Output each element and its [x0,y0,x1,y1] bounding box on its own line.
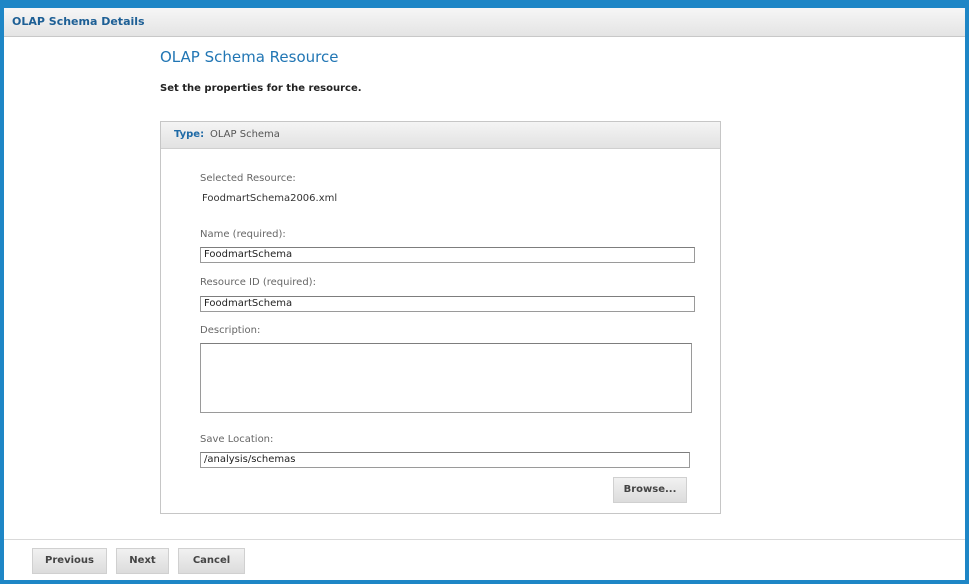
resource-id-field[interactable]: FoodmartSchema [200,296,695,312]
browse-button[interactable]: Browse... [613,477,687,503]
next-button[interactable]: Next [116,548,169,574]
resource-properties-panel: Type: OLAP Schema Selected Resource: Foo… [160,121,721,514]
description-label: Description: [200,325,261,336]
panel-header: Type: OLAP Schema [161,122,720,149]
previous-button[interactable]: Previous [32,548,107,574]
name-label: Name (required): [200,229,286,240]
type-value: OLAP Schema [210,129,280,140]
selected-resource-label: Selected Resource: [200,173,296,184]
main-content: OLAP Schema Resource Set the properties … [4,37,965,540]
name-field[interactable]: FoodmartSchema [200,247,695,263]
title-bar: OLAP Schema Details [4,8,965,37]
selected-resource-value: FoodmartSchema2006.xml [202,193,338,204]
cancel-button[interactable]: Cancel [178,548,245,574]
save-location-label: Save Location: [200,434,274,445]
resource-id-label: Resource ID (required): [200,277,316,288]
description-textarea[interactable] [200,343,692,413]
save-location-field[interactable]: /analysis/schemas [200,452,690,468]
page-instructions: Set the properties for the resource. [160,83,362,94]
dialog-frame: OLAP Schema Details OLAP Schema Resource… [0,0,969,584]
wizard-footer: Previous Next Cancel [4,539,965,580]
page-title: OLAP Schema Resource [160,48,339,66]
window-title: OLAP Schema Details [12,15,145,28]
type-label: Type: [174,129,205,140]
